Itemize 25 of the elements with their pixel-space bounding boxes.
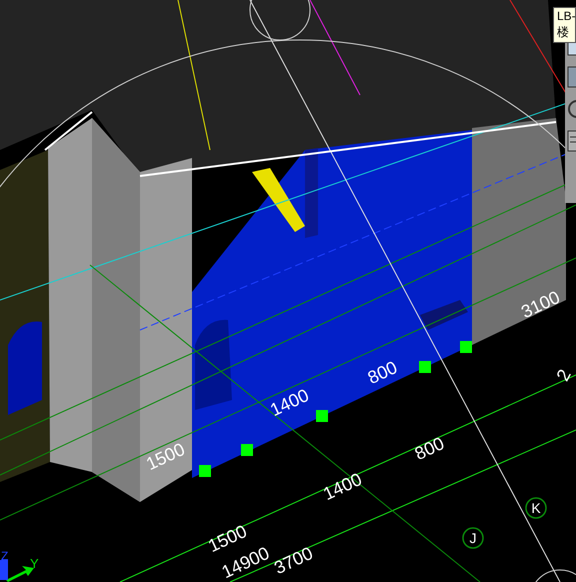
- grip-marker[interactable]: [460, 341, 472, 353]
- axis-bubble: K: [525, 497, 547, 519]
- grip-marker[interactable]: [199, 465, 211, 477]
- grip-marker[interactable]: [419, 361, 431, 373]
- dimension-label: 800: [412, 433, 448, 464]
- axis-label: Y: [30, 556, 39, 571]
- wall-block: [420, 300, 468, 330]
- dimension-label: 2: [552, 366, 575, 384]
- dimension-label: 1400: [267, 385, 312, 420]
- list-icon[interactable]: [567, 130, 576, 152]
- dimension-label: 3700: [271, 543, 316, 578]
- tooltip-text: LB-: [557, 8, 575, 24]
- axis-label: Z: [1, 549, 8, 563]
- grip-marker[interactable]: [241, 444, 253, 456]
- dimension-label: 1400: [320, 469, 365, 504]
- axis-bubble: J: [462, 527, 484, 549]
- dimension-label: 800: [364, 357, 400, 388]
- beam-strip: [252, 168, 305, 232]
- grip-marker[interactable]: [316, 410, 328, 422]
- y-axis-arrow-icon: [6, 566, 34, 582]
- roof-edge: [44, 111, 93, 151]
- dimension-label: 1500: [143, 439, 188, 474]
- dimension-label: 3100: [518, 287, 563, 322]
- z-axis-icon: [0, 560, 8, 580]
- tooltip-text: 楼: [557, 24, 570, 40]
